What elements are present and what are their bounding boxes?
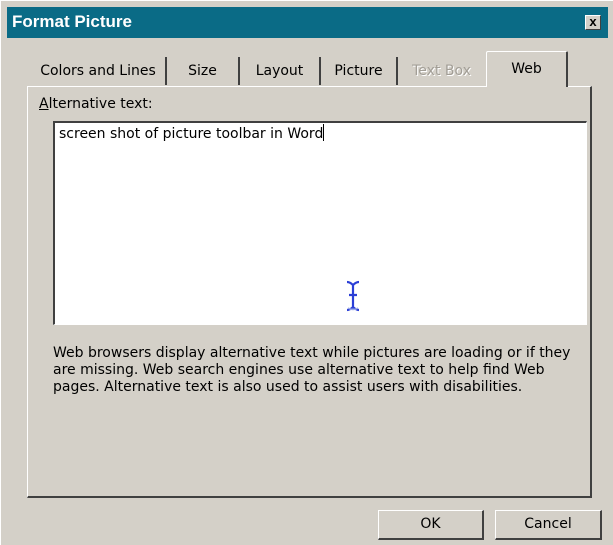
tab-layout[interactable]: Layout <box>240 57 321 85</box>
ok-button[interactable]: OK <box>378 510 484 540</box>
title-bar: Format Picture x <box>7 7 608 38</box>
alternative-text-label: Alternative text: <box>39 96 153 112</box>
window-title: Format Picture <box>12 12 132 31</box>
tab-colors-and-lines[interactable]: Colors and Lines <box>31 57 167 85</box>
alternative-text-field[interactable]: screen shot of picture toolbar in Word <box>53 121 587 325</box>
cancel-button[interactable]: Cancel <box>495 510 602 540</box>
tab-text-box: Text Box <box>412 63 471 79</box>
alt-text-content: screen shot of picture toolbar in Word <box>59 126 324 142</box>
format-picture-dialog: Format Picture x Colors and Lines Size L… <box>0 0 613 545</box>
text-caret <box>323 124 325 141</box>
alternative-text-value: screen shot of picture toolbar in Word <box>59 124 325 142</box>
tab-web[interactable]: Web <box>486 51 568 87</box>
close-button[interactable]: x <box>585 15 601 30</box>
help-text: Web browsers display alternative text wh… <box>53 345 571 395</box>
alt-label-rest: lternative text: <box>48 96 153 112</box>
alt-label-mnemonic: A <box>39 96 49 112</box>
tab-picture[interactable]: Picture <box>321 57 398 85</box>
tab-size[interactable]: Size <box>167 57 240 85</box>
text-ibeam-cursor-icon <box>346 280 360 312</box>
tab-strip: Colors and Lines Size Layout Picture Tex… <box>25 51 585 87</box>
